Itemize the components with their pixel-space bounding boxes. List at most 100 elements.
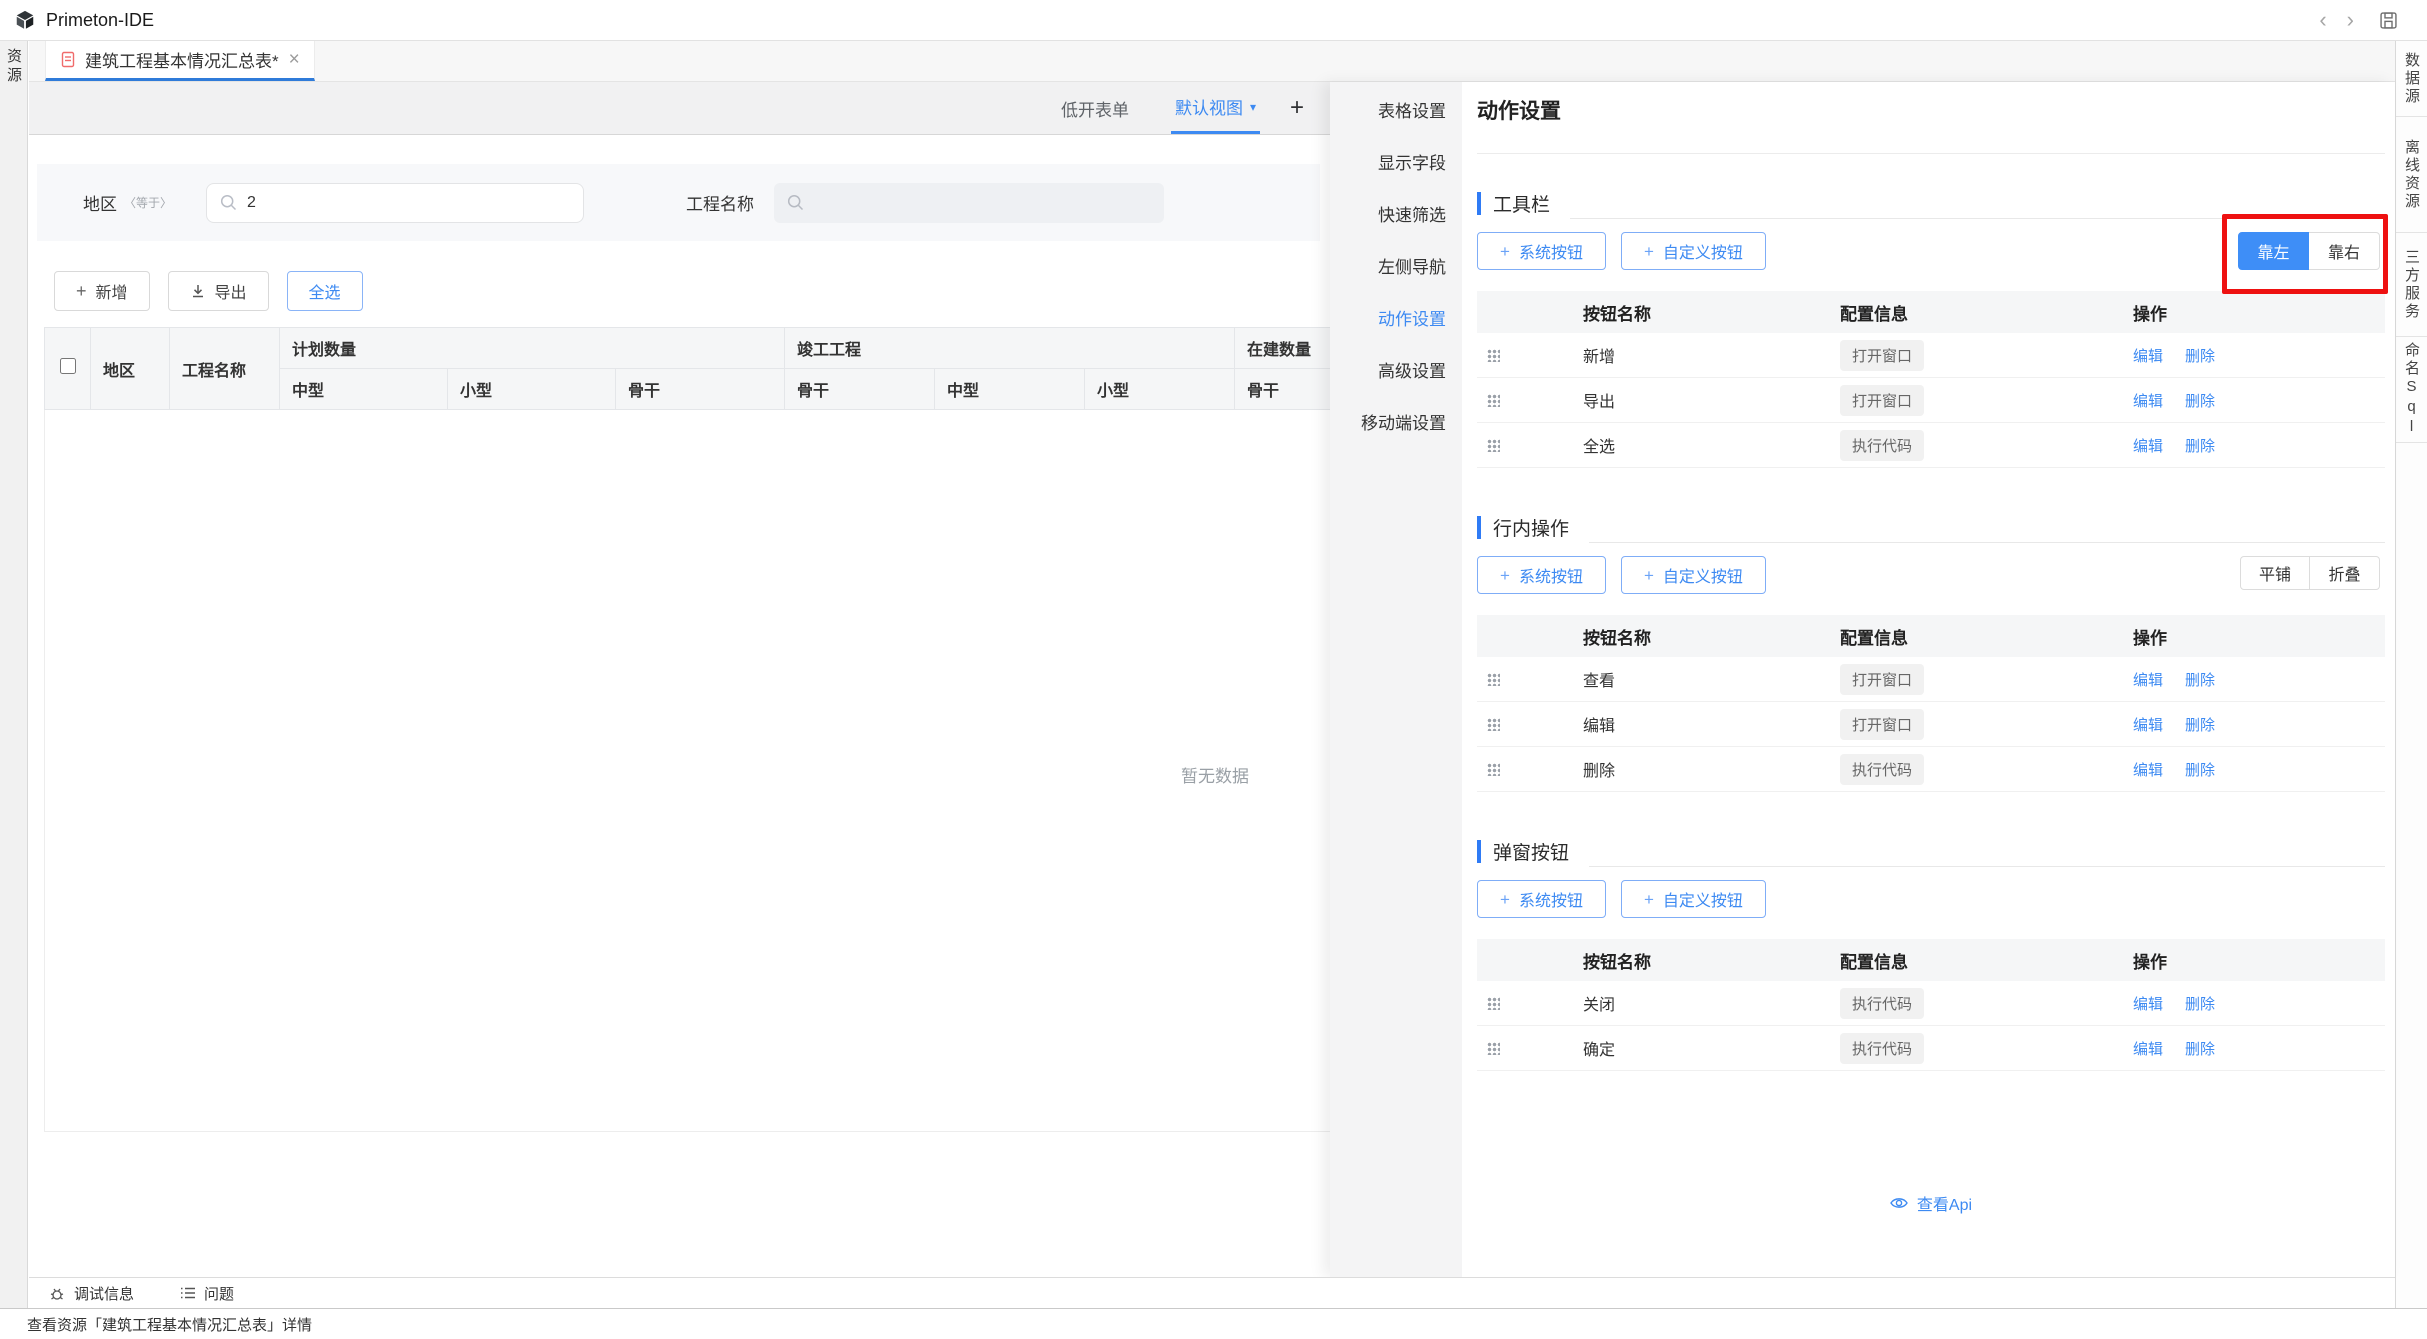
settings-menu-item-mobile[interactable]: 移动端设置 [1330, 398, 1462, 450]
table-row: 新增 打开窗口 编辑删除 [1477, 333, 2385, 378]
col-operations: 操作 [2133, 624, 2385, 649]
problems-button[interactable]: 问题 [180, 1283, 234, 1304]
right-rail-item-third-party-services[interactable]: 三方服务 [2396, 233, 2427, 337]
add-custom-button[interactable]: + 自定义按钮 [1621, 880, 1766, 918]
col-button-name: 按钮名称 [1583, 300, 1840, 325]
drag-handle-icon[interactable] [1487, 673, 1500, 686]
edit-link[interactable]: 编辑 [2133, 672, 2163, 689]
status-text: 查看资源「建筑工程基本情况汇总表」详情 [27, 1314, 312, 1335]
search-icon [220, 194, 237, 211]
add-button[interactable]: + 新增 [54, 271, 150, 311]
delete-link[interactable]: 删除 [2185, 393, 2215, 410]
column-group-planned: 计划数量 [280, 328, 785, 369]
align-toggle: 靠左 靠右 [2238, 232, 2380, 270]
region-search-input[interactable] [206, 183, 584, 223]
section-rule [1589, 866, 2385, 867]
low-code-form-link[interactable]: 低开表单 [1061, 96, 1129, 121]
right-rail-item-datasource[interactable]: 数据源 [2396, 41, 2427, 117]
delete-link[interactable]: 删除 [2185, 1041, 2215, 1058]
settings-menu-item-left-nav[interactable]: 左侧导航 [1330, 242, 1462, 294]
plus-icon: + [1500, 891, 1510, 908]
project-name-label: 工程名称 [686, 190, 754, 215]
export-button[interactable]: 导出 [168, 271, 269, 311]
left-rail-item-resources[interactable]: 资源 [3, 48, 24, 86]
subcolumn-medium[interactable]: 中型 [280, 369, 448, 410]
tab-bar: 建筑工程基本情况汇总表* × [29, 41, 2395, 82]
list-icon [180, 1286, 196, 1300]
subcolumn-small[interactable]: 小型 [1085, 369, 1235, 410]
config-badge: 打开窗口 [1840, 709, 1924, 740]
edit-link[interactable]: 编辑 [2133, 762, 2163, 779]
tab-summary-report[interactable]: 建筑工程基本情况汇总表* × [45, 41, 315, 81]
project-name-search-input[interactable] [774, 183, 1164, 223]
add-system-button[interactable]: + 系统按钮 [1477, 556, 1606, 594]
history-back-button[interactable]: ‹ [2309, 9, 2336, 31]
drag-handle-icon[interactable] [1487, 718, 1500, 731]
settings-title: 动作设置 [1477, 95, 2385, 125]
plus-icon: + [1500, 567, 1510, 584]
section-rule [1570, 218, 2385, 219]
edit-link[interactable]: 编辑 [2133, 348, 2163, 365]
delete-link[interactable]: 删除 [2185, 717, 2215, 734]
drag-handle-icon[interactable] [1487, 394, 1500, 407]
config-badge: 执行代码 [1840, 754, 1924, 785]
edit-link[interactable]: 编辑 [2133, 393, 2163, 410]
edit-link[interactable]: 编辑 [2133, 438, 2163, 455]
table-row: 导出 打开窗口 编辑删除 [1477, 378, 2385, 423]
collapse-toggle[interactable]: 折叠 [2310, 556, 2380, 590]
edit-link[interactable]: 编辑 [2133, 1041, 2163, 1058]
select-all-checkbox[interactable] [60, 358, 76, 374]
drag-handle-icon[interactable] [1487, 997, 1500, 1010]
app-title: Primeton-IDE [46, 10, 154, 31]
settings-menu-item-quick-filter[interactable]: 快速筛选 [1330, 190, 1462, 242]
edit-link[interactable]: 编辑 [2133, 717, 2163, 734]
default-view-tab[interactable]: 默认视图 ▾ [1171, 82, 1260, 134]
column-header-project[interactable]: 工程名称 [170, 328, 280, 410]
settings-menu-item-advanced[interactable]: 高级设置 [1330, 346, 1462, 398]
drag-handle-icon[interactable] [1487, 1042, 1500, 1055]
right-rail-item-named-sql[interactable]: 命名Sql [2396, 337, 2427, 443]
drag-handle-icon[interactable] [1487, 439, 1500, 452]
add-system-button[interactable]: + 系统按钮 [1477, 232, 1606, 270]
add-system-button[interactable]: + 系统按钮 [1477, 880, 1606, 918]
subcolumn-backbone[interactable]: 骨干 [616, 369, 785, 410]
region-operator[interactable]: 〈等于〉 [124, 194, 172, 211]
delete-link[interactable]: 删除 [2185, 348, 2215, 365]
region-input-field[interactable] [247, 194, 547, 212]
debug-bar: 调试信息 问题 [29, 1277, 2395, 1308]
add-custom-button[interactable]: + 自定义按钮 [1621, 556, 1766, 594]
plus-icon: + [1500, 243, 1510, 260]
subcolumn-backbone[interactable]: 骨干 [785, 369, 935, 410]
select-all-checkbox-cell [45, 328, 91, 410]
settings-menu-item-table[interactable]: 表格设置 [1330, 86, 1462, 138]
align-left-toggle[interactable]: 靠左 [2238, 232, 2309, 270]
subcolumn-small[interactable]: 小型 [448, 369, 616, 410]
add-custom-button[interactable]: + 自定义按钮 [1621, 232, 1766, 270]
subcolumn-medium[interactable]: 中型 [935, 369, 1085, 410]
settings-menu-item-actions[interactable]: 动作设置 [1330, 294, 1462, 346]
form-preview: 地区 〈等于〉 工程名称 + 新增 导出 全选 [29, 136, 1330, 1277]
column-header-region[interactable]: 地区 [91, 328, 170, 410]
debug-info-button[interactable]: 调试信息 [49, 1283, 134, 1304]
inline-buttons-table: 按钮名称 配置信息 操作 查看 打开窗口 编辑删除 编辑 打开窗口 编辑删除 [1477, 615, 2385, 792]
drag-handle-icon[interactable] [1487, 763, 1500, 776]
subcolumn-backbone[interactable]: 骨干 [1235, 369, 1331, 410]
delete-link[interactable]: 删除 [2185, 762, 2215, 779]
align-right-toggle[interactable]: 靠右 [2309, 232, 2380, 270]
save-icon[interactable] [2378, 10, 2399, 31]
delete-link[interactable]: 删除 [2185, 438, 2215, 455]
edit-link[interactable]: 编辑 [2133, 996, 2163, 1013]
history-forward-button[interactable]: › [2337, 9, 2364, 31]
view-api-link[interactable]: 查看Api [1477, 1191, 2385, 1215]
drag-handle-icon[interactable] [1487, 349, 1500, 362]
project-name-input-field[interactable] [814, 194, 1114, 212]
tile-toggle[interactable]: 平铺 [2240, 556, 2310, 590]
delete-link[interactable]: 删除 [2185, 672, 2215, 689]
right-rail-item-offline-resources[interactable]: 离线资源 [2396, 117, 2427, 233]
settings-menu-item-fields[interactable]: 显示字段 [1330, 138, 1462, 190]
document-icon [60, 51, 76, 68]
tab-close-icon[interactable]: × [289, 50, 300, 69]
add-view-button[interactable]: + [1290, 96, 1304, 120]
select-all-button[interactable]: 全选 [287, 271, 363, 311]
delete-link[interactable]: 删除 [2185, 996, 2215, 1013]
